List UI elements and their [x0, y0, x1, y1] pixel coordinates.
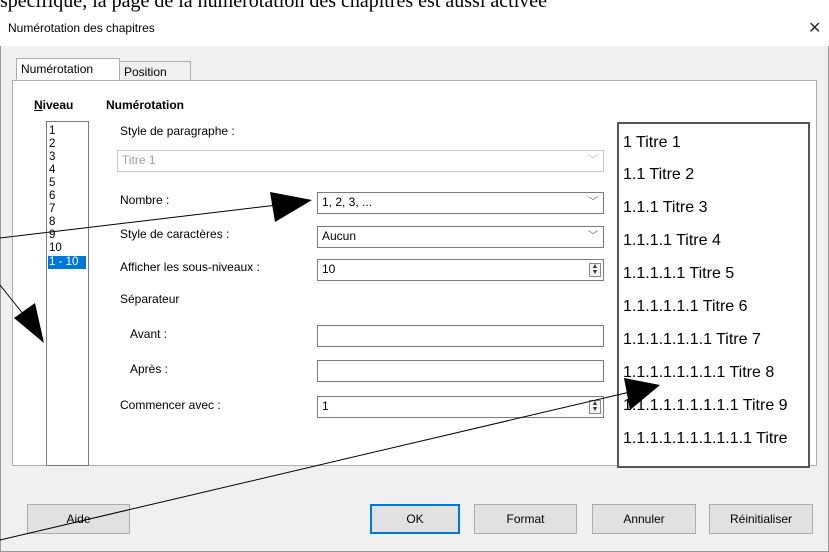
- arrowhead-levels-icon: [14, 303, 44, 343]
- tab-numbering[interactable]: Numérotation: [16, 58, 120, 80]
- arrowhead-preview-icon: [624, 378, 660, 410]
- arrow-to-number: [0, 203, 286, 239]
- tab-numbering-label: Numérotation: [21, 62, 94, 76]
- annotation-arrows: [0, 192, 660, 541]
- arrow-to-preview: [0, 391, 631, 541]
- arrowhead-number-icon: [270, 192, 312, 222]
